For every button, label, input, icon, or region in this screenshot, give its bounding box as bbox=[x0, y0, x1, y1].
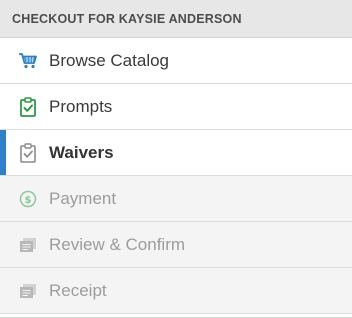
clipboard-check-icon bbox=[17, 142, 39, 164]
cart-icon bbox=[17, 50, 39, 72]
step-receipt: Receipt bbox=[0, 268, 352, 314]
svg-text:$: $ bbox=[25, 195, 32, 206]
checkout-header: CHECKOUT FOR KAYSIE ANDERSON bbox=[0, 0, 352, 38]
dollar-coin-icon: $ bbox=[17, 188, 39, 210]
step-prompts[interactable]: Prompts bbox=[0, 84, 352, 130]
step-label-prompts: Prompts bbox=[49, 96, 113, 116]
documents-icon bbox=[17, 234, 39, 256]
documents-icon bbox=[17, 280, 39, 302]
step-payment: $ Payment bbox=[0, 176, 352, 222]
checkout-steps-panel: CHECKOUT FOR KAYSIE ANDERSON Browse Cata… bbox=[0, 0, 352, 318]
clipboard-check-icon bbox=[17, 96, 39, 118]
step-label-browse-catalog: Browse Catalog bbox=[49, 50, 170, 70]
step-browse-catalog[interactable]: Browse Catalog bbox=[0, 38, 352, 84]
step-waivers[interactable]: Waivers bbox=[0, 130, 352, 176]
step-label-waivers: Waivers bbox=[49, 142, 114, 162]
active-step-indicator bbox=[0, 130, 6, 175]
step-label-receipt: Receipt bbox=[49, 280, 107, 300]
checkout-title: CHECKOUT FOR KAYSIE ANDERSON bbox=[12, 11, 242, 26]
step-label-payment: Payment bbox=[49, 188, 117, 208]
step-review-confirm: Review & Confirm bbox=[0, 222, 352, 268]
step-label-review-confirm: Review & Confirm bbox=[49, 234, 186, 254]
